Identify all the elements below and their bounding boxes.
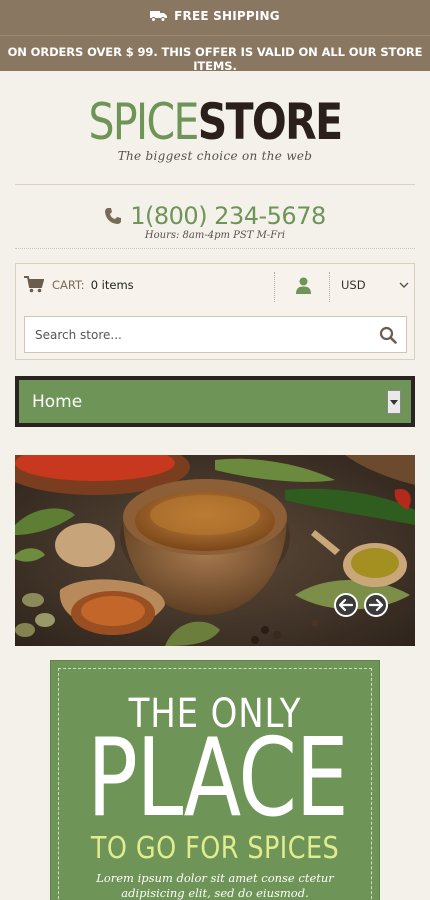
spices-image (15, 455, 415, 646)
slider-next-button[interactable] (364, 593, 388, 617)
contact-divider (15, 248, 415, 249)
chevron-down-icon (399, 282, 409, 288)
cart-button[interactable]: CART: 0 items (24, 276, 134, 293)
phone-row: 1(800) 234-5678 (0, 202, 430, 230)
promo-line-2: PLACE (87, 716, 349, 841)
topbar-divider (0, 35, 430, 36)
top-banner: FREE SHIPPING ON ORDERS OVER $ 99. THIS … (0, 0, 430, 73)
offer-text: ON ORDERS OVER $ 99. THIS OFFER IS VALID… (7, 45, 423, 73)
caret-down-icon (390, 399, 398, 405)
promo-body-text: Lorem ipsum dolor sit amet conse ctetur … (96, 871, 334, 900)
user-icon (296, 277, 311, 294)
truck-icon (150, 11, 168, 22)
panel-separator (274, 272, 275, 302)
promo-line-3: TO GO FOR SPICES (90, 831, 340, 866)
logo-part-spice: SPICE (88, 93, 200, 151)
panel-separator (329, 272, 330, 302)
slider-prev-button[interactable] (334, 593, 358, 617)
currency-value: USD (341, 278, 366, 292)
logo-part-store: STORE (197, 93, 343, 151)
search-button[interactable] (370, 317, 406, 352)
arrow-right-icon (369, 599, 383, 611)
store-hours: Hours: 8am-4pm PST M-Fri (144, 230, 286, 241)
cart-count: 0 items (90, 277, 134, 292)
main-nav: Home (15, 376, 415, 427)
store-logo[interactable]: SPICESTORE (39, 92, 392, 152)
currency-select[interactable]: USD (341, 278, 409, 292)
tagline: The biggest choice on the web (117, 149, 313, 163)
cart-label: CART: (52, 277, 85, 292)
promo-banner[interactable]: THE ONLY PLACE TO GO FOR SPICES Lorem ip… (50, 660, 380, 900)
phone-icon (105, 208, 122, 224)
search-icon (379, 326, 397, 344)
nav-select[interactable]: Home (19, 380, 411, 423)
arrow-left-icon (339, 599, 353, 611)
phone-number[interactable]: 1(800) 234-5678 (130, 202, 326, 230)
search-box (24, 316, 407, 353)
cart-icon (24, 276, 44, 293)
hero-slider[interactable] (15, 455, 415, 646)
nav-current-item: Home (32, 391, 83, 412)
free-shipping-label: FREE SHIPPING (174, 9, 280, 23)
cart-search-panel: CART: 0 items USD (15, 263, 415, 360)
free-shipping-row: FREE SHIPPING (0, 9, 430, 23)
account-button[interactable] (296, 277, 311, 299)
search-input[interactable] (25, 317, 370, 352)
header-divider (15, 184, 415, 185)
nav-dropdown-toggle[interactable] (387, 390, 401, 414)
